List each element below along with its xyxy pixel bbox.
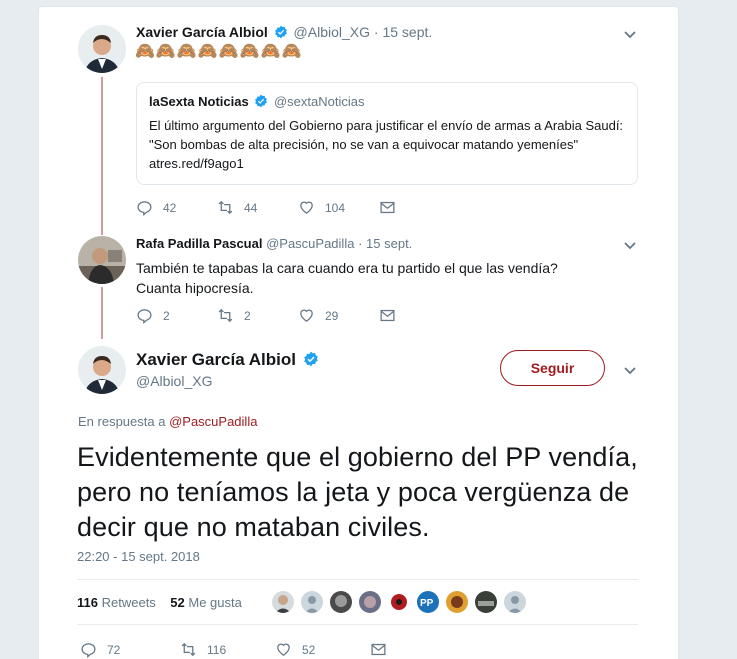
quote-header: laSexta Noticias @sextaNoticias [149, 94, 364, 109]
verified-icon [274, 25, 287, 39]
reply-button[interactable]: 2 [136, 307, 217, 324]
tweet-date[interactable]: 15 sept. [382, 24, 432, 40]
reply-count: 72 [107, 642, 121, 657]
reply-icon [137, 309, 152, 324]
retweet-stat-count: 116 [77, 595, 98, 610]
author-name[interactable]: Rafa Padilla Pascual [136, 236, 262, 251]
reply-button[interactable]: 42 [136, 199, 217, 216]
liker-avatar[interactable] [359, 591, 381, 613]
heart-icon [277, 643, 290, 656]
quote-author-handle: @sextaNoticias [273, 94, 365, 109]
liker-avatar[interactable] [330, 591, 352, 613]
like-stat-count: 52 [170, 595, 185, 610]
retweet-stat-label: Retweets [101, 595, 156, 610]
verified-icon [304, 351, 318, 367]
like-count: 104 [325, 200, 346, 215]
heart-icon [300, 309, 313, 322]
reply-button[interactable]: 72 [80, 641, 180, 658]
retweet-icon [218, 308, 233, 323]
avatar[interactable] [78, 346, 126, 394]
chevron-down-icon[interactable] [622, 362, 638, 378]
emoji-text: 🙈🙈🙈🙈🙈🙈🙈🙈 [135, 43, 303, 60]
avatar[interactable] [78, 236, 126, 284]
tweet-text: También te tapabas la cara cuando era tu… [136, 260, 558, 296]
author-handle[interactable]: @PascuPadilla [266, 236, 354, 251]
message-button[interactable] [370, 641, 451, 658]
author-handle[interactable]: @Albiol_XG [136, 373, 212, 389]
retweet-button[interactable]: 2 [217, 307, 298, 324]
like-count: 29 [325, 308, 339, 323]
verified-icon [255, 94, 268, 108]
in-reply-to: En respuesta a @PascuPadilla [78, 414, 257, 429]
tweet-card: Xavier García Albiol @Albiol_XG · 15 sep… [38, 6, 679, 659]
retweet-button[interactable]: 116 [180, 641, 275, 658]
like-stat-label: Me gusta [188, 595, 242, 610]
liker-avatar[interactable] [301, 591, 323, 613]
quoted-tweet[interactable]: laSexta Noticias @sextaNoticias El últim… [136, 82, 638, 185]
like-count: 52 [302, 642, 316, 657]
reply-count: 2 [163, 308, 170, 323]
thread-line [101, 287, 103, 339]
avatar[interactable] [78, 25, 126, 73]
tweet-timestamp[interactable]: 22:20 - 15 sept. 2018 [77, 549, 200, 564]
message-button[interactable] [379, 307, 460, 324]
like-stat[interactable]: 52 Me gusta [170, 595, 242, 610]
retweet-icon [218, 200, 233, 215]
thread-line [101, 77, 103, 235]
svg-text:PP: PP [420, 598, 434, 609]
chevron-down-icon[interactable] [622, 26, 638, 42]
retweet-count: 116 [207, 642, 227, 657]
divider [77, 624, 638, 625]
liker-avatar[interactable]: PP [417, 591, 439, 613]
tweet-actions: 42 44 104 [136, 199, 460, 216]
envelope-icon [380, 201, 395, 214]
retweet-stat[interactable]: 116 Retweets [77, 595, 156, 610]
tweet-actions: 72 116 52 [80, 641, 451, 658]
like-button[interactable]: 104 [298, 199, 379, 216]
retweet-icon [181, 642, 196, 657]
retweet-count: 44 [244, 200, 258, 215]
tweet-date[interactable]: 15 sept. [366, 236, 412, 251]
follow-button[interactable]: Seguir [500, 350, 605, 386]
quote-text: El último argumento del Gobierno para ju… [149, 118, 624, 171]
tweet-text: Evidentemente que el gobierno del PP ven… [77, 442, 638, 542]
liker-avatar[interactable] [504, 591, 526, 613]
tweet-header: Xavier García Albiol @Albiol_XG · 15 sep… [136, 23, 432, 41]
in-reply-label: En respuesta a [78, 414, 166, 429]
retweet-button[interactable]: 44 [217, 199, 298, 216]
reply-icon [137, 201, 152, 216]
like-button[interactable]: 29 [298, 307, 379, 324]
tweet-header: Rafa Padilla Pascual @PascuPadilla · 15 … [136, 235, 412, 253]
retweet-count: 2 [244, 308, 251, 323]
liker-avatar[interactable] [272, 591, 294, 613]
chevron-down-icon[interactable] [622, 237, 638, 253]
divider [77, 579, 638, 580]
author-handle[interactable]: @Albiol_XG [294, 24, 370, 40]
in-reply-handle-link[interactable]: @PascuPadilla [169, 414, 257, 429]
separator-dot: · [373, 24, 379, 40]
liker-avatar[interactable] [388, 591, 410, 613]
reply-icon [81, 643, 96, 658]
heart-icon [300, 201, 313, 214]
envelope-icon [380, 309, 395, 322]
liker-avatar[interactable] [446, 591, 468, 613]
author-name[interactable]: Xavier García Albiol [136, 350, 321, 370]
author-name[interactable]: Xavier García Albiol [136, 24, 268, 40]
like-button[interactable]: 52 [275, 641, 370, 658]
reply-count: 42 [163, 200, 177, 215]
separator-dot: · [358, 236, 363, 251]
author-name-text: Xavier García Albiol [136, 350, 296, 369]
tweet-actions: 2 2 29 [136, 307, 460, 324]
tweet-stats: 116 Retweets 52 Me gusta [77, 595, 242, 610]
liker-avatars: PP [272, 591, 533, 613]
envelope-icon [371, 643, 386, 656]
liker-avatar[interactable] [475, 591, 497, 613]
quote-author-name: laSexta Noticias [149, 94, 249, 109]
message-button[interactable] [379, 199, 460, 216]
